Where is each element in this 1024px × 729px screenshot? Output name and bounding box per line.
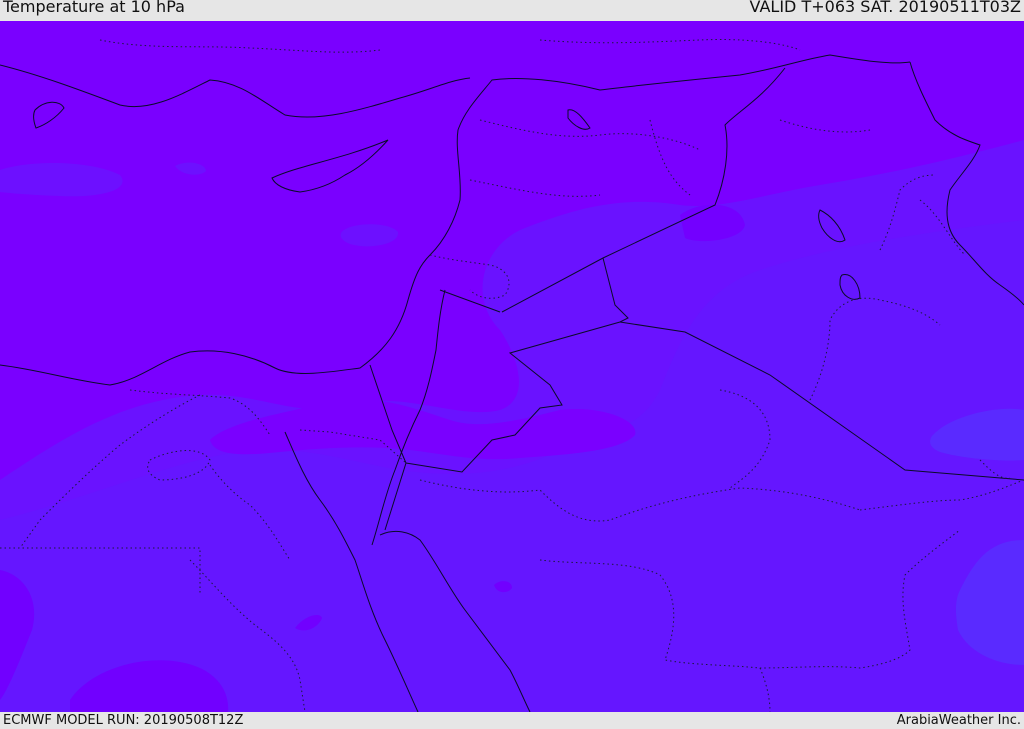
credit: ArabiaWeather Inc.	[896, 713, 1021, 728]
map-title: Temperature at 10 hPa	[3, 0, 185, 16]
valid-time: VALID T+063 SAT. 20190511T03Z	[749, 0, 1021, 16]
weather-map	[0, 21, 1024, 712]
model-run: ECMWF MODEL RUN: 20190508T12Z	[3, 713, 244, 728]
top-bar: Temperature at 10 hPa VALID T+063 SAT. 2…	[0, 0, 1024, 21]
bottom-bar: ECMWF MODEL RUN: 20190508T12Z ArabiaWeat…	[0, 712, 1024, 729]
